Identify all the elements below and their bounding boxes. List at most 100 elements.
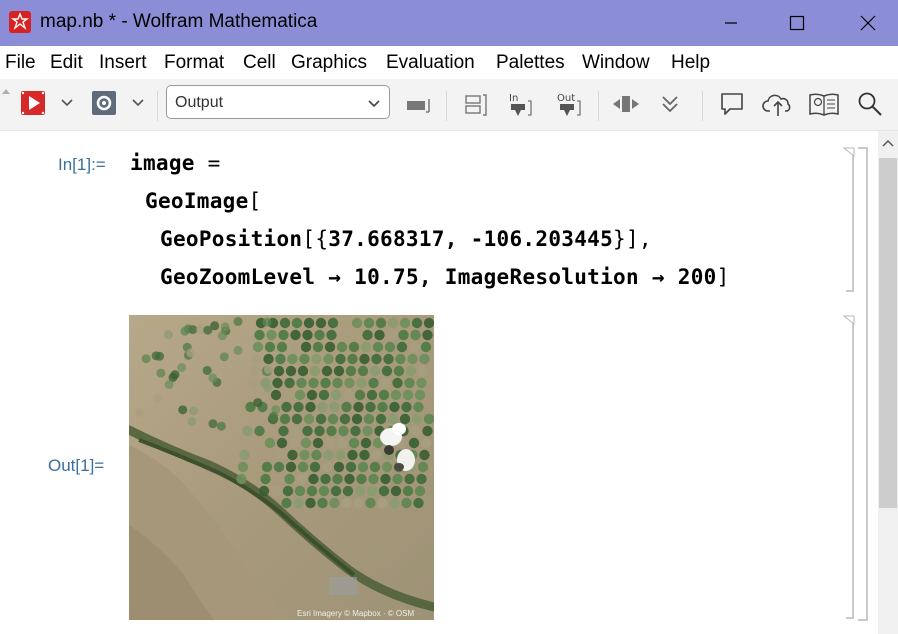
evaluate-menu-chevron-icon[interactable] [58,94,76,112]
irrigation-field [339,317,351,329]
comment-icon[interactable] [716,89,748,119]
irrigation-field [296,473,307,485]
irrigation-field [187,416,197,426]
irrigation-field [378,485,390,497]
evaluate-icon[interactable] [18,88,48,118]
menu-format[interactable]: Format [164,52,224,74]
vertical-scrollbar[interactable] [878,131,898,634]
irrigation-field [399,413,411,425]
irrigation-field [365,401,376,413]
collapse-icon[interactable] [656,91,684,117]
scroll-up-arrow-icon[interactable] [878,131,898,155]
irrigation-field [253,398,263,408]
irrigation-field [261,461,273,473]
input-cell-icon[interactable]: In [504,88,536,120]
irrigation-field [360,437,372,449]
code-line-3[interactable]: GeoPosition[{37.668317, -106.203445}], [160,227,652,251]
irrigation-field [356,377,367,389]
close-button[interactable] [845,0,891,46]
irrigation-field [262,317,272,327]
irrigation-field [293,497,304,509]
menu-insert[interactable]: Insert [99,52,147,74]
irrigation-field [248,377,259,389]
menu-file[interactable]: File [5,52,36,74]
documentation-icon[interactable] [806,89,842,119]
irrigation-field [393,365,405,377]
irrigation-field [423,317,434,329]
irrigation-field [327,413,339,425]
abort-icon[interactable] [89,88,119,118]
irrigation-field [351,413,363,425]
irrigation-field [275,353,286,365]
menu-help[interactable]: Help [671,52,710,74]
irrigation-field [359,449,370,461]
menu-bar: File Edit Insert Format Cell Graphics Ev… [0,46,898,79]
irrigation-field [320,473,331,485]
irrigation-field [178,405,188,415]
output-bracket-marker-icon [843,315,855,326]
input-cell-bracket[interactable] [846,149,854,292]
irrigation-field [410,329,421,341]
code-line-4[interactable]: GeoZoomLevel → 10.75, ImageResolution → … [160,265,730,289]
expand-icon[interactable] [610,91,642,117]
irrigation-field [276,437,288,449]
minimize-button[interactable] [708,0,754,46]
irrigation-field [354,389,366,401]
irrigation-field [281,401,292,413]
irrigation-field [305,497,316,509]
cell-group-bracket[interactable] [858,147,868,621]
irrigation-field [317,497,328,509]
irrigation-field [384,341,396,353]
irrigation-field [273,461,285,473]
output-cell-bracket[interactable] [846,317,854,619]
irrigation-field [264,341,276,353]
output-cell-icon[interactable]: Out [553,88,585,120]
code-line-1[interactable]: image = [130,151,221,175]
scrollbar-thumb[interactable] [879,158,897,508]
irrigation-field [300,341,312,353]
irrigation-field [249,365,261,377]
irrigation-field [411,413,423,425]
irrigation-field [163,330,173,340]
cell-group-icon[interactable] [460,91,490,119]
menu-evaluation[interactable]: Evaluation [386,52,475,74]
irrigation-field [216,421,226,431]
irrigation-field [389,401,400,413]
irrigation-field [233,316,243,326]
menu-palettes[interactable]: Palettes [496,52,565,74]
menu-edit[interactable]: Edit [50,52,83,74]
cell-style-icon[interactable] [404,94,434,116]
irrigation-field [374,329,385,341]
irrigation-field [354,485,366,497]
search-icon[interactable] [854,89,886,119]
irrigation-field [270,485,282,497]
cell-style-select[interactable]: Output [166,85,390,119]
irrigation-field [356,473,367,485]
irrigation-field [371,353,382,365]
irrigation-field [336,437,348,449]
code-zoom-value: 10.75 [354,265,419,289]
menu-cell[interactable]: Cell [243,52,276,74]
irrigation-field [359,353,370,365]
irrigation-field [302,425,313,437]
code-bracket: [ [248,189,262,213]
irrigation-field [386,329,397,341]
abort-menu-chevron-icon[interactable] [129,94,147,112]
irrigation-field [377,497,388,509]
menu-window[interactable]: Window [582,52,650,74]
mathematica-icon[interactable] [9,11,31,33]
irrigation-field [336,341,348,353]
irrigation-field [344,473,355,485]
cloud-publish-icon[interactable] [760,89,796,119]
irrigation-field [348,437,360,449]
irrigation-field [258,485,270,497]
irrigation-field [416,473,427,485]
code-line-2[interactable]: GeoImage[ [145,189,262,213]
irrigation-field [326,425,337,437]
irrigation-field [342,389,354,401]
maximize-button[interactable] [774,0,820,46]
irrigation-field [254,329,265,341]
irrigation-field [351,317,363,329]
input-bracket-marker-icon [843,147,855,158]
menu-graphics[interactable]: Graphics [291,52,367,74]
